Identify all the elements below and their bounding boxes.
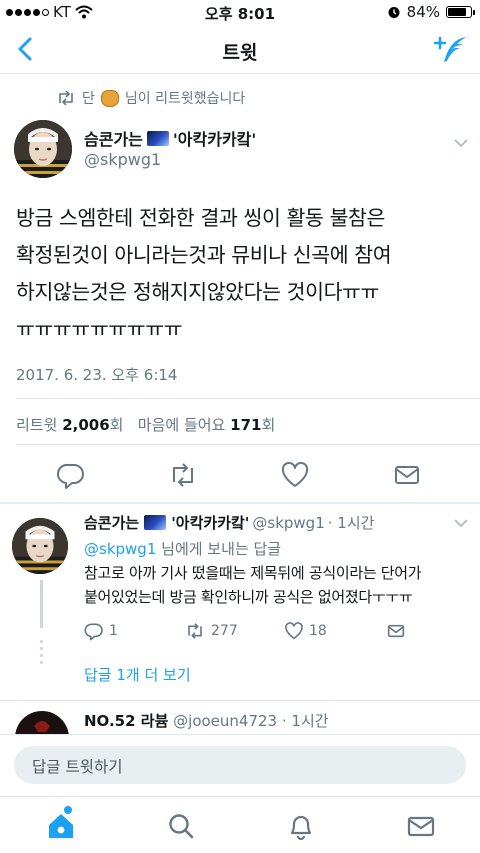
thread-dots: [40, 640, 43, 668]
tweet-timestamp: 2017. 6. 23. 오후 6:14: [16, 366, 178, 384]
tweet-author-name[interactable]: 슴콘가는 '아칵카카캌': [84, 126, 256, 150]
avatar[interactable]: [12, 518, 68, 574]
divider: [0, 700, 480, 701]
reply-button[interactable]: 1: [84, 620, 118, 642]
chevron-down-icon[interactable]: [454, 138, 468, 148]
tab-bar: [0, 796, 480, 853]
alarm-icon: [388, 7, 400, 18]
battery-icon: [446, 6, 475, 18]
retweet-button[interactable]: 277: [184, 620, 238, 642]
nav-bar: 트윗: [0, 24, 480, 74]
reply-handle: @skpwg1: [252, 513, 325, 532]
direct-message-icon[interactable]: [392, 460, 422, 490]
retweet-icon: [188, 623, 202, 639]
honey-pot-emoji-icon: [100, 89, 119, 107]
retweet-icon[interactable]: [168, 460, 198, 490]
compose-tweet-icon[interactable]: [434, 34, 468, 64]
heart-icon[interactable]: [280, 460, 310, 490]
battery-percent: 84%: [406, 3, 440, 21]
retweeter-suffix: 님이 리트윗했습니다: [124, 91, 246, 107]
home-icon[interactable]: [46, 811, 76, 841]
replying-to-handle[interactable]: @skpwg1: [84, 540, 156, 558]
tweet-stats: 리트윗 2,006회 마음에 들어요 171회: [16, 414, 275, 435]
status-bar: KT 오후 8:01 84%: [0, 0, 480, 24]
message-button[interactable]: [386, 620, 406, 642]
reply-time: · 1시간: [327, 514, 375, 532]
retweet-count: 2,006: [62, 416, 110, 434]
direct-message-icon[interactable]: [406, 811, 436, 841]
chevron-down-icon[interactable]: [454, 518, 468, 528]
retweet-icon: [59, 91, 73, 105]
tweet-author-handle[interactable]: @skpwg1: [84, 150, 161, 169]
replying-to: @skpwg1 님에게 보내는 답글: [84, 540, 282, 558]
reply-icon[interactable]: [56, 460, 86, 490]
new-content-dot: [64, 806, 72, 814]
reply-author[interactable]: 슴콘가는 '아칵카카캌' @skpwg1 · 1시간: [84, 512, 374, 533]
like-button[interactable]: 18: [284, 620, 327, 642]
divider: [0, 502, 480, 504]
retweets-stat[interactable]: 리트윗 2,006회: [16, 416, 128, 434]
reply-count: 1: [109, 623, 118, 639]
divider: [16, 444, 480, 445]
reply-input[interactable]: 답글 트윗하기: [14, 746, 466, 784]
tweet-text: 방금 스엠한테 전화한 결과 씽이 활동 불참은 확정된것이 아니라는것과 뮤비…: [16, 206, 392, 341]
third-tweet-author[interactable]: NO.52 라븀 @jooeun4723 · 1시간: [84, 710, 329, 731]
like-count: 171: [230, 416, 262, 434]
reply-icon: [84, 623, 103, 641]
author-name-part1: 슴콘가는: [84, 130, 143, 149]
retweet-count: 277: [211, 623, 238, 639]
likes-stat[interactable]: 마음에 들어요 171회: [138, 416, 275, 434]
heart-icon: [285, 622, 303, 640]
reply-text: 참고로 아까 기사 떴을때는 제목뒤에 공식이라는 단어가 붙어있었는데 방금 …: [84, 564, 422, 606]
bell-icon[interactable]: [286, 811, 316, 841]
page-title: 트윗: [222, 42, 258, 64]
thread-line: [40, 580, 43, 628]
avatar[interactable]: [14, 120, 72, 178]
direct-message-icon: [387, 624, 405, 638]
retweeted-by-banner: 단 님이 리트윗했습니다: [56, 88, 245, 108]
author-name-part2: '아칵카카캌': [172, 130, 257, 149]
galaxy-emoji-icon: [144, 515, 167, 530]
galaxy-emoji-icon: [146, 130, 169, 146]
search-icon[interactable]: [166, 811, 196, 841]
show-more-replies-link[interactable]: 답글 1개 더 보기: [84, 664, 191, 685]
divider: [16, 398, 480, 399]
retweeter-prefix: 단: [82, 91, 95, 107]
like-count: 18: [309, 623, 327, 639]
reply-compose-bar: 답글 트윗하기: [0, 734, 480, 796]
